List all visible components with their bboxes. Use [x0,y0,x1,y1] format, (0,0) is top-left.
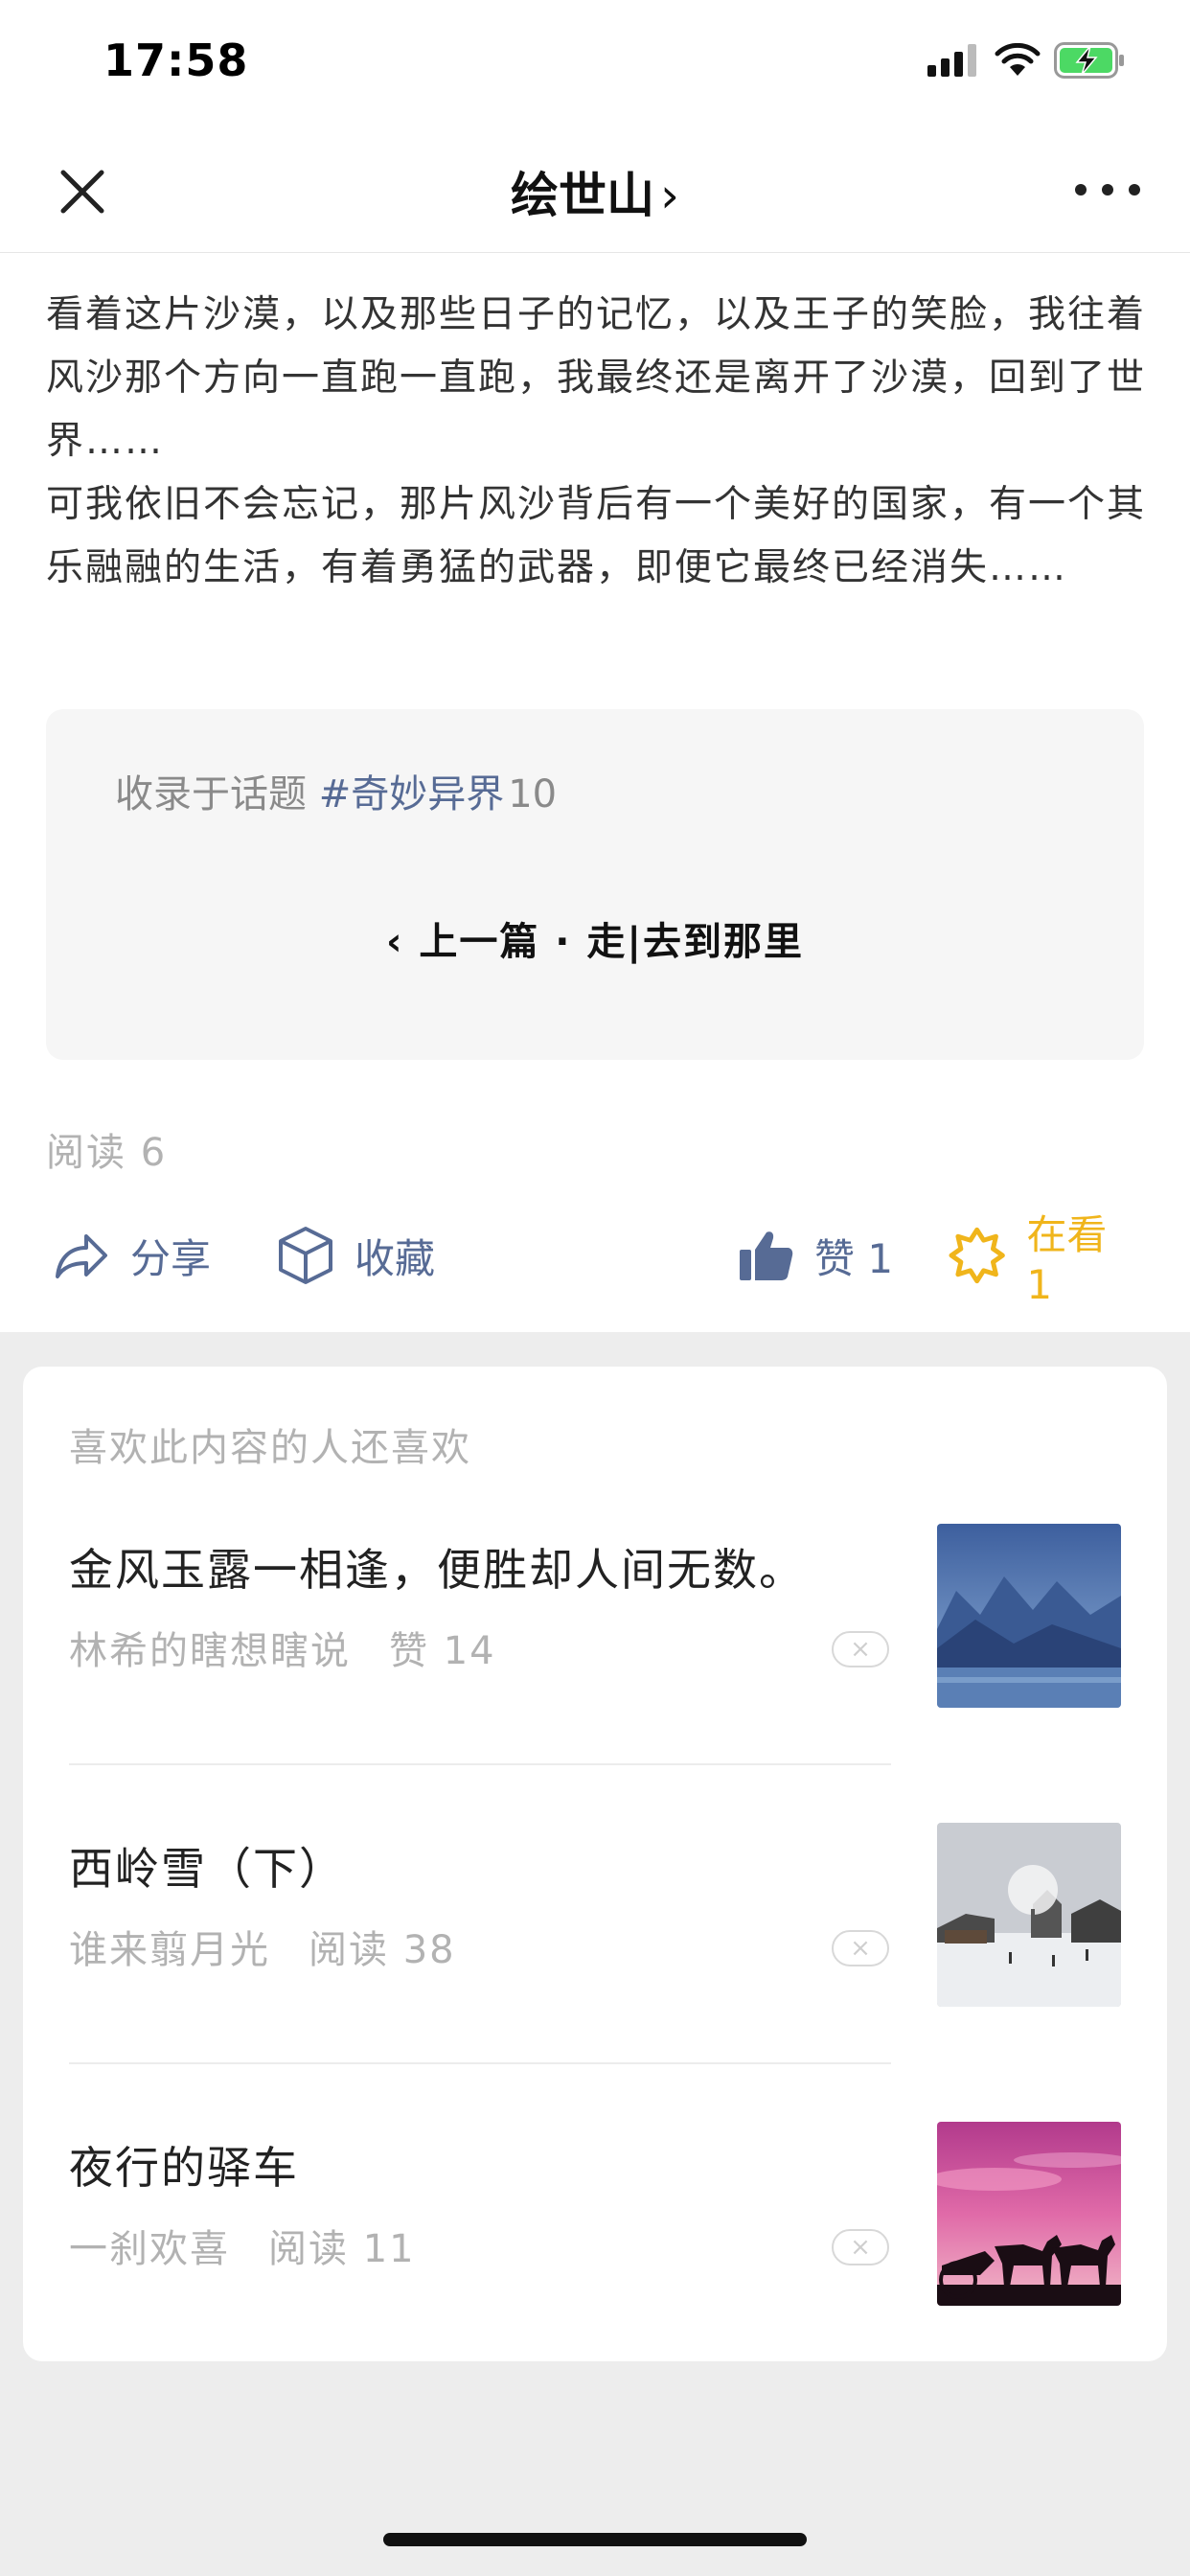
watching-button[interactable]: 在看 1 [949,1211,1144,1308]
recommendation-author: 一刹欢喜 [69,2227,230,2271]
article-paragraph: 可我依旧不会忘记，那片风沙背后有一个美好的国家，有一个其乐融融的生活，有着勇猛的… [46,483,1147,589]
share-icon [56,1234,107,1278]
dismiss-button[interactable]: × [832,2229,889,2266]
watching-star-icon [949,1227,1005,1284]
more-dot [1075,184,1087,196]
recommendation-title: 金风玉露一相逢，便胜却人间无数。 [69,1544,805,1596]
like-label: 赞 1 [814,1234,894,1282]
account-name: 绘世山 [511,168,654,223]
sunset-carriage-thumbnail [937,2122,1121,2306]
collect-label: 收藏 [355,1234,436,1282]
cellular-signal-icon [927,44,976,77]
snow-village-thumbnail [937,1823,1121,2007]
article-body: 看着这片沙漠，以及那些日子的记忆，以及王子的笑脸，我往着风沙那个方向一直跑一直跑… [46,284,1148,600]
nav-bar: 绘世山 › [0,134,1190,253]
status-icons [927,42,1127,79]
recommendation-stat: 赞 14 [389,1629,496,1673]
recommendation-stat: 阅读 38 [309,1928,456,1972]
recommendation-meta: 谁来翦月光 阅读 38 [69,1919,456,1974]
recommendation-stat: 阅读 11 [268,2227,416,2271]
recommendation-heading: 喜欢此内容的人还喜欢 [69,1426,471,1470]
like-button[interactable]: 赞 1 [738,1217,893,1294]
dismiss-button[interactable]: × [832,1631,889,1668]
article-paragraph: 看着这片沙漠，以及那些日子的记忆，以及王子的笑脸，我往着风沙那个方向一直跑一直跑… [46,293,1147,463]
battery-charging-icon [1054,42,1124,79]
thumbs-up-icon [740,1231,793,1280]
recommendation-item[interactable]: 夜行的驿车 一刹欢喜 阅读 11 × [69,2122,1144,2306]
status-time: 17:58 [103,34,249,86]
topic-count: 10 [508,772,558,816]
previous-article-link[interactable]: ‹ 上一篇 · 走|去到那里 [46,910,1144,966]
share-button[interactable]: 分享 [52,1217,211,1294]
action-bar: 分享 收藏 赞 1 在看 1 [46,1211,1144,1308]
divider [69,1763,891,1765]
more-dot [1102,184,1113,196]
recommendation-author: 谁来翦月光 [69,1928,270,1972]
topic-tag-link[interactable]: #奇妙异界 [319,772,505,816]
recommendation-title: 西岭雪（下） [69,1843,345,1895]
chevron-right-icon: › [660,168,679,223]
collect-box-icon [279,1227,332,1284]
recommendation-author: 林希的瞎想瞎说 [69,1629,351,1673]
dismiss-button[interactable]: × [832,1930,889,1966]
recommendation-meta: 林希的瞎想瞎说赞 14 [69,1620,496,1675]
recommendation-card: 喜欢此内容的人还喜欢 金风玉露一相逢，便胜却人间无数。 林希的瞎想瞎说赞 14 … [23,1367,1167,2361]
page: 17:58 绘世山 › 看着这片沙漠，以及那些日子的记忆，以及王子的笑脸，我往着… [0,0,1190,2576]
topic-prefix: 收录于话题 [115,772,307,816]
more-dot [1129,184,1140,196]
watching-label: 在看 1 [1026,1211,1108,1308]
mountain-lake-thumbnail [937,1524,1121,1708]
recommendation-title: 夜行的驿车 [69,2142,299,2194]
account-title[interactable]: 绘世山 › [0,157,1190,226]
recommendation-item[interactable]: 金风玉露一相逢，便胜却人间无数。 林希的瞎想瞎说赞 14 × [69,1524,1144,1708]
divider [69,2062,891,2064]
recommendation-item[interactable]: 西岭雪（下） 谁来翦月光 阅读 38 × [69,1823,1144,2007]
home-indicator[interactable] [383,2533,807,2546]
read-count: 阅读 6 [46,1131,168,1175]
recommendation-meta: 一刹欢喜 阅读 11 [69,2218,416,2273]
wifi-icon [995,43,1041,76]
topic-line: 收录于话题 #奇妙异界 10 [115,763,557,818]
topic-card: 收录于话题 #奇妙异界 10 ‹ 上一篇 · 走|去到那里 [46,709,1144,1060]
share-label: 分享 [130,1234,212,1282]
collect-button[interactable]: 收藏 [278,1217,435,1294]
more-options-icon[interactable] [1075,163,1140,217]
